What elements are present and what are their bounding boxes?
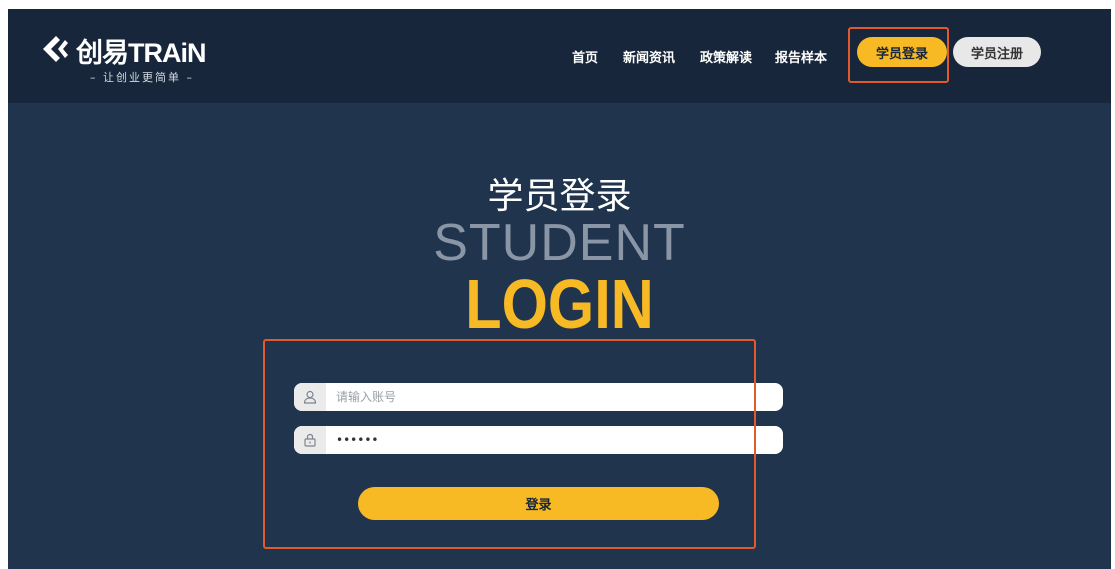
page-title-en-login: LOGIN [465, 265, 654, 343]
username-field [294, 383, 783, 411]
user-icon [294, 383, 326, 411]
nav-item-news[interactable]: 新闻资讯 [623, 47, 675, 66]
brand-logo[interactable]: 创易TRAiN – 让创业更简单 – [40, 29, 210, 89]
nav-item-policy[interactable]: 政策解读 [700, 47, 752, 66]
lock-icon [294, 426, 326, 454]
login-submit-button[interactable]: 登录 [358, 487, 719, 520]
page-title: 学员登录 [487, 176, 632, 217]
top-header: 创易TRAiN – 让创业更简单 – 首页 新闻资讯 政策解读 报告样本 学员登… [8, 9, 1111, 103]
student-login-button[interactable]: 学员登录 [857, 37, 947, 67]
nav-item-reports[interactable]: 报告样本 [775, 47, 827, 66]
password-input[interactable] [326, 426, 783, 454]
nav-item-home[interactable]: 首页 [572, 47, 598, 66]
brand-name: 创易TRAiN [76, 38, 206, 68]
brand-slogan: – 让创业更简单 – [90, 71, 194, 84]
student-register-button[interactable]: 学员注册 [953, 37, 1041, 67]
password-field [294, 426, 783, 454]
username-input[interactable] [326, 383, 783, 411]
logo-mark-icon [43, 36, 68, 62]
page-title-en-student: STUDENT [433, 214, 686, 272]
page-frame: 创易TRAiN – 让创业更简单 – 首页 新闻资讯 政策解读 报告样本 学员登… [8, 9, 1111, 569]
